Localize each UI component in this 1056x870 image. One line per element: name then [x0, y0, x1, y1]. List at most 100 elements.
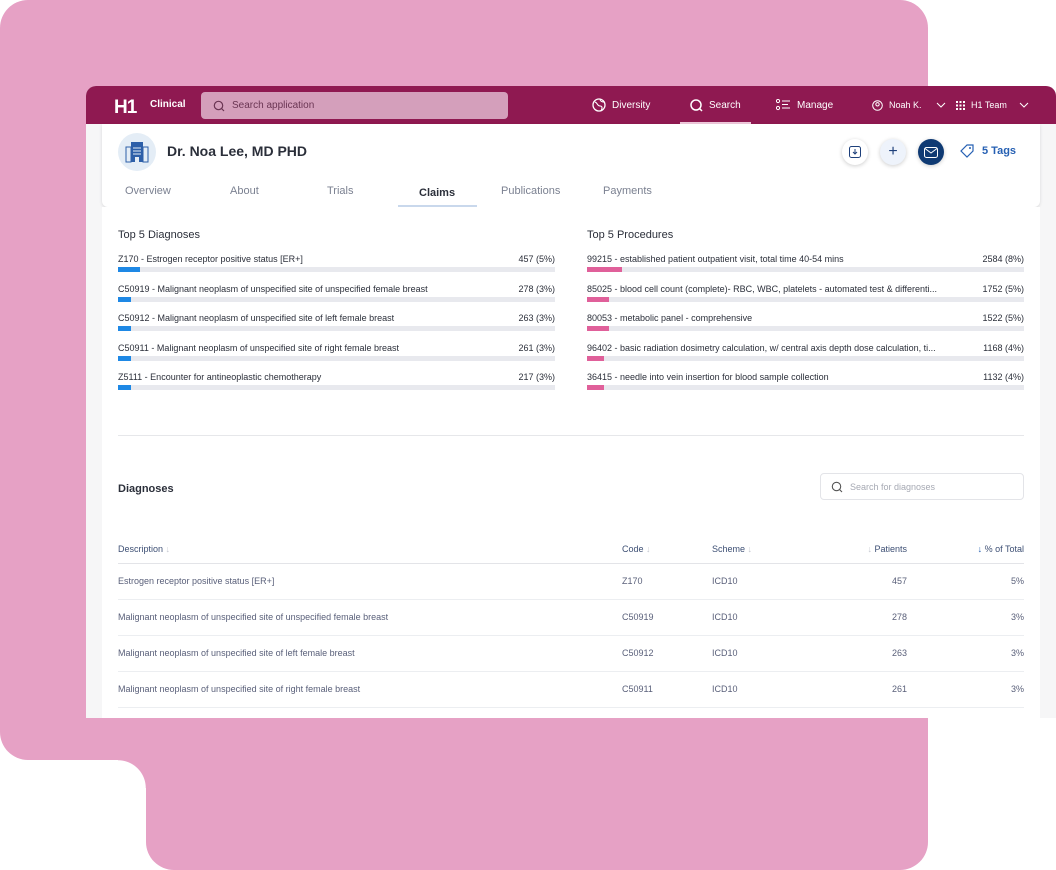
column-percent-total[interactable]: ↓ % of Total [907, 535, 1024, 564]
table-cell: Malignant neoplasm of unspecified site o… [118, 599, 622, 636]
top-item: Z170 - Estrogen receptor positive status… [118, 254, 555, 284]
item-value: 1752 (5%) [982, 283, 1024, 294]
progress-bar [118, 296, 555, 302]
item-label: C50911 - Malignant neoplasm of unspecifi… [118, 342, 399, 353]
top-item: 80053 - metabolic panel - comprehensive 1… [587, 313, 1024, 343]
progress-bar [587, 355, 1024, 361]
table-cell: 5% [907, 563, 1024, 600]
tab-trials[interactable]: Trials [327, 185, 353, 197]
divider [118, 435, 1024, 436]
item-value: 457 (5%) [518, 254, 555, 264]
profile-name: Dr. Noa Lee, MD PHD [167, 143, 308, 159]
column-scheme[interactable]: Scheme ↓ [712, 535, 812, 564]
progress-bar [118, 355, 555, 361]
table-row[interactable]: Malignant neoplasm of unspecified site o… [118, 599, 1024, 636]
table-cell: ICD10 [712, 635, 812, 672]
top-item: 96402 - basic radiation dosimetry calcul… [587, 343, 1024, 373]
tag-icon [960, 144, 974, 158]
progress-fill [118, 326, 132, 331]
progress-fill [587, 267, 622, 272]
column-patients[interactable]: ↓ Patients [812, 535, 907, 564]
hospital-icon [125, 141, 149, 163]
app-window: H1 Clinical Search application Diversity… [86, 86, 1056, 718]
tab-claims[interactable]: Claims [419, 187, 455, 199]
table-row[interactable]: Malignant neoplasm of unspecified site o… [118, 635, 1024, 672]
progress-fill [118, 296, 132, 302]
item-label: 96402 - basic radiation dosimetry calcul… [587, 342, 936, 353]
search-input[interactable]: Search application [201, 92, 508, 119]
nav-label: Manage [797, 99, 834, 111]
add-button[interactable]: + [880, 139, 906, 165]
download-button[interactable] [842, 139, 868, 165]
table-cell: 263 [812, 635, 907, 672]
table-cell: ICD10 [712, 563, 812, 600]
diagnoses-table: Description ↓ Code ↓ Scheme ↓ ↓ Patients… [118, 535, 1024, 708]
nav-search[interactable]: Search [680, 86, 751, 124]
product-name: Clinical [150, 99, 186, 110]
top-item: C50919 - Malignant neoplasm of unspecifi… [118, 284, 555, 314]
nav-diversity[interactable]: Diversity [592, 86, 650, 124]
section-title: Top 5 Procedures [587, 229, 674, 241]
progress-bar [118, 326, 555, 331]
user-menu[interactable]: Noah K. [872, 86, 946, 124]
item-label: Z170 - Estrogen receptor positive status… [118, 254, 303, 264]
diagnoses-search-input[interactable]: Search for diagnoses [820, 473, 1024, 500]
item-value: 261 (3%) [518, 342, 555, 353]
progress-fill [587, 385, 605, 390]
email-button[interactable] [918, 139, 944, 165]
top-item: C50911 - Malignant neoplasm of unspecifi… [118, 343, 555, 373]
item-label: Z5111 - Encounter for antineoplastic che… [118, 372, 322, 382]
top-procedures: Top 5 Procedures 99215 - established pat… [587, 229, 1024, 402]
user-icon [872, 99, 883, 111]
progress-bar [118, 267, 555, 272]
search-placeholder: Search application [232, 100, 315, 111]
globe-icon [592, 98, 606, 112]
table-cell: 457 [812, 563, 907, 600]
tab-about[interactable]: About [230, 185, 259, 197]
tab-publications[interactable]: Publications [501, 185, 560, 197]
table-cell: ICD10 [712, 671, 812, 708]
table-row[interactable]: Malignant neoplasm of unspecified site o… [118, 671, 1024, 708]
item-value: 263 (3%) [518, 313, 555, 323]
item-value: 217 (3%) [518, 372, 555, 382]
profile-header: Dr. Noa Lee, MD PHD + 5 Tags Overview Ab… [102, 124, 1040, 207]
tab-overview[interactable]: Overview [125, 185, 171, 197]
search-placeholder: Search for diagnoses [850, 481, 936, 492]
top-item: Z5111 - Encounter for antineoplastic che… [118, 372, 555, 402]
sort-arrow-icon: ↓ [747, 543, 753, 554]
table-cell: Malignant neoplasm of unspecified site o… [118, 635, 622, 672]
column-label: Patients [874, 543, 907, 554]
item-value: 1522 (5%) [982, 313, 1024, 323]
top-nav: H1 Clinical Search application Diversity… [86, 86, 1056, 124]
progress-bar [118, 385, 555, 390]
sort-arrow-icon: ↓ [165, 543, 171, 554]
claims-panel: Top 5 Diagnoses Z170 - Estrogen receptor… [102, 207, 1040, 718]
sort-arrow-icon: ↓ [646, 543, 651, 554]
column-code[interactable]: Code ↓ [622, 535, 712, 564]
top-diagnoses: Top 5 Diagnoses Z170 - Estrogen receptor… [118, 229, 555, 402]
mail-icon [924, 146, 938, 158]
team-menu[interactable]: H1 Team [956, 86, 1029, 124]
tab-payments[interactable]: Payments [603, 185, 652, 197]
column-label: % of Total [984, 543, 1024, 554]
progress-fill [118, 355, 132, 361]
column-description[interactable]: Description ↓ [118, 535, 622, 564]
progress-fill [587, 326, 609, 331]
table-row[interactable]: Estrogen receptor positive status [ER+] Z… [118, 563, 1024, 600]
nav-manage[interactable]: Manage [776, 86, 833, 124]
progress-bar [587, 385, 1024, 390]
table-cell: ICD10 [712, 599, 812, 636]
progress-bar [587, 296, 1024, 302]
table-cell: Malignant neoplasm of unspecified site o… [118, 671, 622, 708]
item-value: 1132 (4%) [983, 372, 1024, 382]
table-cell: 261 [812, 671, 907, 708]
tags-button[interactable]: 5 Tags [960, 144, 1016, 158]
logo[interactable]: H1 [114, 97, 137, 119]
progress-fill [587, 355, 605, 361]
item-label: 99215 - established patient outpatient v… [587, 254, 844, 264]
column-label: Description [118, 543, 164, 554]
chevron-down-icon [936, 102, 946, 108]
tags-label: 5 Tags [982, 145, 1017, 157]
search-icon [831, 481, 843, 493]
download-icon [849, 146, 861, 158]
